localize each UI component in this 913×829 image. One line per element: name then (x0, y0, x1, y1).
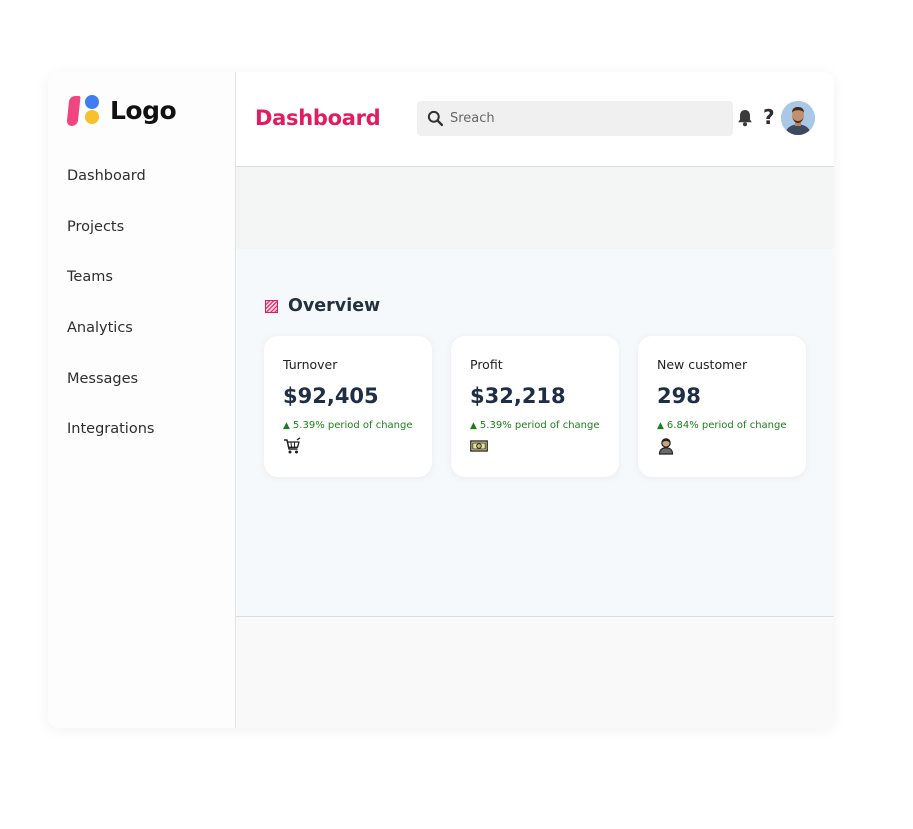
customer-icon (658, 438, 674, 455)
card-change-text: 6.84% period of change (666, 420, 787, 431)
card-value: $32,218 (470, 384, 566, 408)
card-change-text: 5.39% period of change (479, 420, 600, 431)
app-window: Logo Dashboard Projects Teams Analytics … (48, 72, 834, 728)
overview-icon (265, 299, 278, 313)
card-change: ▲ 5.39% period of change (470, 420, 600, 431)
card-change: ▲ 6.84% period of change (657, 420, 787, 431)
sidebar: Logo Dashboard Projects Teams Analytics … (48, 72, 236, 728)
shopping-cart-icon (284, 437, 301, 454)
stat-card-turnover[interactable]: Turnover $92,405 ▲ 5.39% period of change (264, 336, 432, 477)
search-bar[interactable] (417, 101, 733, 136)
up-arrow-icon: ▲ (470, 421, 477, 431)
stat-cards: Turnover $92,405 ▲ 5.39% period of change (264, 336, 825, 477)
sidebar-item-analytics[interactable]: Analytics (67, 320, 154, 371)
sidebar-nav: Dashboard Projects Teams Analytics Messa… (67, 168, 154, 472)
help-icon[interactable]: ? (763, 105, 775, 129)
card-label: Profit (470, 357, 503, 372)
stat-card-profit[interactable]: Profit $32,218 ▲ 5.39% period of change (451, 336, 619, 477)
card-value: $92,405 (283, 384, 379, 408)
up-arrow-icon: ▲ (657, 421, 664, 431)
card-label: New customer (657, 357, 748, 372)
money-icon (470, 440, 488, 452)
sidebar-item-projects[interactable]: Projects (67, 219, 154, 270)
bell-icon[interactable] (735, 108, 755, 128)
footer-area (236, 617, 834, 728)
overview-section: Overview Turnover $92,405 ▲ 5.39% period … (236, 249, 834, 617)
search-input[interactable] (450, 111, 710, 126)
card-value: 298 (657, 384, 701, 408)
header: Dashboard ? (236, 72, 834, 167)
card-label: Turnover (283, 357, 338, 372)
sidebar-item-messages[interactable]: Messages (67, 371, 154, 422)
logo-text: Logo (110, 95, 177, 125)
sidebar-item-teams[interactable]: Teams (67, 269, 154, 320)
sidebar-item-integrations[interactable]: Integrations (67, 421, 154, 472)
stat-card-new-customer[interactable]: New customer 298 ▲ 6.84% period of change (638, 336, 806, 477)
main-area: Dashboard ? (236, 72, 834, 728)
user-photo-icon (781, 101, 815, 135)
search-icon (427, 110, 444, 127)
sidebar-item-dashboard[interactable]: Dashboard (67, 168, 154, 219)
overview-header: Overview (265, 296, 380, 316)
card-change-text: 5.39% period of change (292, 420, 413, 431)
card-change: ▲ 5.39% period of change (283, 420, 413, 431)
banner-area (236, 167, 834, 249)
up-arrow-icon: ▲ (283, 421, 290, 431)
page-title: Dashboard (255, 106, 381, 130)
logo-mark-icon (66, 94, 100, 126)
overview-title: Overview (288, 296, 381, 316)
avatar[interactable] (781, 101, 815, 135)
logo[interactable]: Logo (66, 94, 177, 126)
